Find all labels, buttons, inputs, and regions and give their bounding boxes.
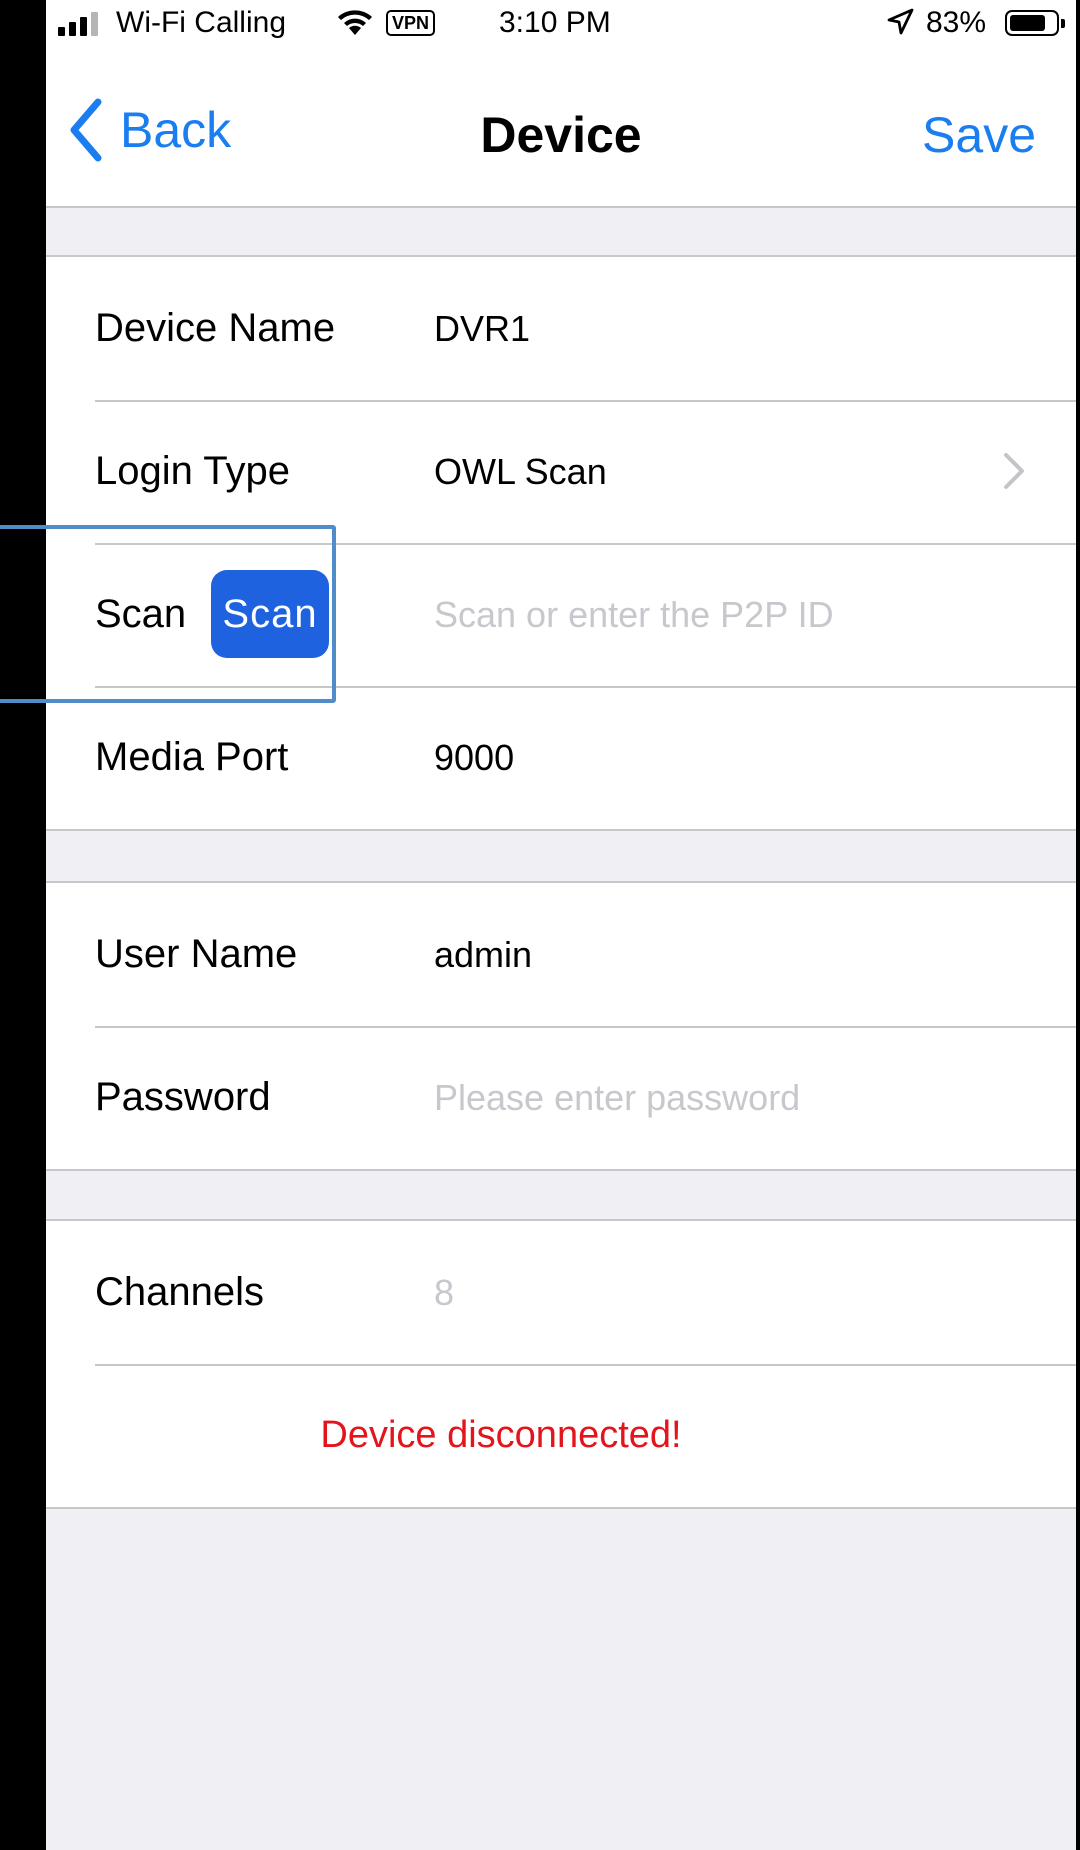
media-port-label: Media Port [95,735,289,779]
error-row: Device disconnected! [46,1364,1076,1507]
vpn-badge: VPN [386,10,436,36]
user-name-label: User Name [95,932,298,976]
device-name-row[interactable]: Device Name DVR1 [46,257,1076,400]
app-screen: Wi-Fi Calling VPN 3:10 PM 83% Back Devic… [46,0,1076,1850]
wifi-icon [336,8,374,44]
channels-row: Channels 8 [46,1221,1076,1364]
chevron-right-icon [1004,453,1024,489]
signal-icon [58,12,98,36]
device-name-field[interactable]: DVR1 [434,257,530,400]
device-disconnected-message: Device disconnected! [320,1414,682,1456]
channels-label: Channels [95,1270,265,1314]
battery-icon [1005,10,1065,36]
p2p-id-input[interactable]: Scan or enter the P2P ID [434,543,834,686]
status-time: 3:10 PM [499,6,611,39]
password-label: Password [95,1075,271,1119]
device-name-label: Device Name [95,306,336,350]
save-button[interactable]: Save [922,106,1036,164]
carrier-label: Wi-Fi Calling [116,6,287,39]
password-row[interactable]: Password Please enter password [46,1026,1076,1169]
location-arrow-icon [886,8,914,44]
media-port-field[interactable]: 9000 [434,686,514,829]
scan-highlight-box [0,525,336,703]
login-type-value: OWL Scan [434,451,607,492]
channels-group: Channels 8 Device disconnected! [46,1219,1076,1509]
battery-percent: 83% [926,6,987,39]
channels-value: 8 [434,1272,455,1313]
password-field[interactable]: Please enter password [434,1026,800,1169]
credentials-group: User Name admin Password Please enter pa… [46,881,1076,1171]
login-type-label: Login Type [95,449,290,493]
login-type-row[interactable]: Login Type OWL Scan [46,400,1076,543]
status-bar: Wi-Fi Calling VPN 3:10 PM 83% [46,0,1076,48]
battery-level-fill [1010,15,1045,31]
user-name-row[interactable]: User Name admin [46,883,1076,1026]
media-port-row[interactable]: Media Port 9000 [46,686,1076,829]
navigation-bar: Back Device Save [46,48,1076,208]
user-name-field[interactable]: admin [434,883,532,1026]
